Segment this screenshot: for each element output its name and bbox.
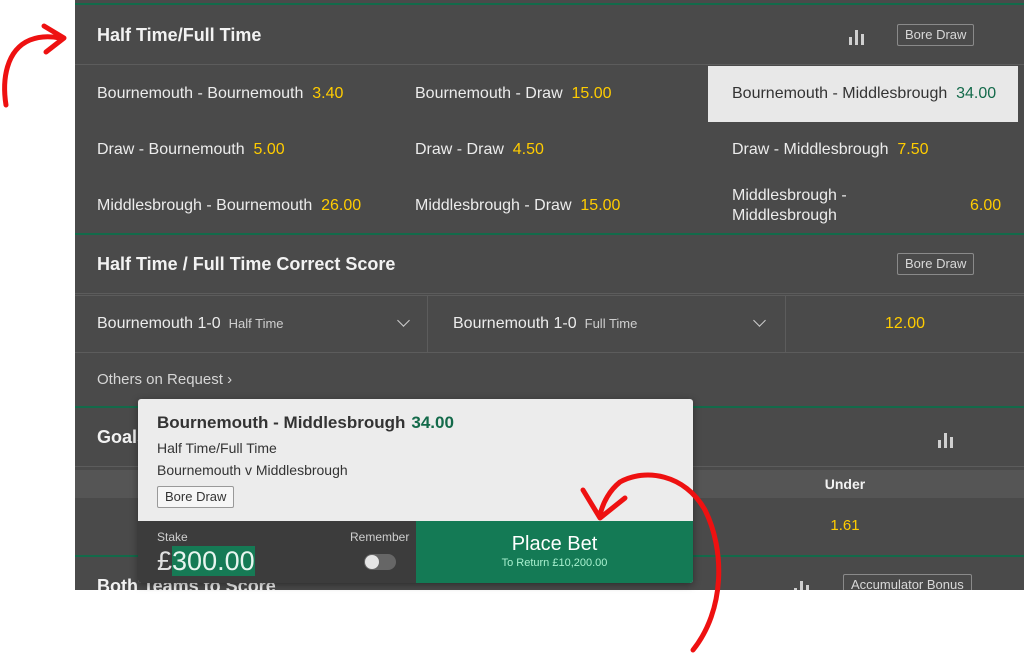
selection-middlesbrough-bournemouth[interactable]: Middlesbrough - Bournemouth 26.00 — [97, 178, 397, 234]
bet-slip-event: Bournemouth v Middlesbrough — [157, 462, 348, 478]
remember-label: Remember — [350, 530, 410, 544]
annotation-arrow-top-left — [2, 23, 67, 108]
htft-row: Bournemouth - Bournemouth 3.40 Bournemou… — [75, 66, 1024, 122]
selection-label: Draw - Middlesbrough — [732, 141, 889, 158]
selection-middlesbrough-middlesbrough[interactable]: Middlesbrough - Middlesbrough 6.00 — [708, 178, 1018, 234]
annotation-arrow-bottom-right — [580, 472, 722, 653]
selection-label: Bournemouth - Middlesbrough — [732, 85, 948, 102]
stats-chart-icon[interactable] — [793, 578, 811, 590]
chevron-down-icon — [397, 314, 410, 327]
htft-cs-header[interactable]: Half Time / Full Time Correct Score Bore… — [75, 235, 1024, 294]
selection-label-line1: Middlesbrough - — [732, 187, 847, 204]
selection-odds: 7.50 — [897, 141, 929, 158]
full-time-label: Full Time — [584, 316, 638, 331]
selection-odds: 4.50 — [512, 141, 544, 158]
bet-slip-selection: Bournemouth - Middlesbrough 34.00 — [157, 413, 454, 433]
selection-draw-draw[interactable]: Draw - Draw 4.50 — [415, 122, 705, 178]
half-time-score-value: Bournemouth 1-0 — [97, 315, 221, 332]
htft-header[interactable]: Half Time/Full Time Bore Draw — [75, 6, 1024, 65]
selection-label: Middlesbrough - Bournemouth — [97, 197, 313, 214]
selection-odds: 3.40 — [312, 85, 344, 102]
correct-score-row: Bournemouth 1-0 Half Time Bournemouth 1-0… — [75, 295, 1024, 353]
full-time-score-select[interactable]: Bournemouth 1-0 Full Time — [453, 296, 766, 352]
selection-label: Bournemouth - Bournemouth — [97, 85, 304, 102]
stats-chart-icon[interactable] — [848, 27, 866, 45]
bet-slip-odds: 34.00 — [411, 413, 454, 432]
selection-label: Draw - Bournemouth — [97, 141, 245, 158]
selection-label: Draw - Draw — [415, 141, 504, 158]
stake-value: 300.00 — [172, 546, 255, 576]
selection-bournemouth-middlesbrough[interactable]: Bournemouth - Middlesbrough 34.00 — [708, 66, 1018, 122]
half-time-score-select[interactable]: Bournemouth 1-0 Half Time — [97, 296, 410, 352]
under-column-label: Under — [824, 476, 866, 492]
under-odds[interactable]: 1.61 — [786, 498, 904, 554]
bet-slip-market: Half Time/Full Time — [157, 440, 277, 456]
selection-bournemouth-draw[interactable]: Bournemouth - Draw 15.00 — [415, 66, 705, 122]
bet-slip-selection-name: Bournemouth - Middlesbrough — [157, 413, 406, 432]
half-time-label: Half Time — [228, 316, 284, 331]
htft-cs-title: Half Time / Full Time Correct Score — [97, 254, 396, 274]
correct-score-odds[interactable]: 12.00 — [786, 296, 1024, 352]
htft-title: Half Time/Full Time — [97, 25, 262, 45]
accumulator-bonus-tag[interactable]: Accumulator Bonus — [843, 574, 972, 590]
bore-draw-tag[interactable]: Bore Draw — [157, 486, 235, 508]
selection-odds: 15.00 — [571, 85, 612, 102]
selection-odds: 6.00 — [970, 197, 1002, 214]
chevron-down-icon — [753, 314, 766, 327]
selection-draw-bournemouth[interactable]: Draw - Bournemouth 5.00 — [97, 122, 397, 178]
stake-input[interactable]: £300.00 — [157, 541, 255, 581]
currency-symbol: £ — [157, 546, 173, 576]
selection-odds: 5.00 — [253, 141, 285, 158]
selection-odds: 26.00 — [321, 197, 362, 214]
selection-label-line2: Middlesbrough — [732, 207, 837, 224]
bore-draw-tag[interactable]: Bore Draw — [897, 253, 975, 275]
selection-odds: 34.00 — [956, 85, 997, 102]
selection-draw-middlesbrough[interactable]: Draw - Middlesbrough 7.50 — [708, 122, 1018, 178]
selection-middlesbrough-draw[interactable]: Middlesbrough - Draw 15.00 — [415, 178, 705, 234]
htft-row: Draw - Bournemouth 5.00 Draw - Draw 4.50… — [75, 122, 1024, 178]
htft-row: Middlesbrough - Bournemouth 26.00 Middle… — [75, 178, 1024, 234]
full-time-score-value: Bournemouth 1-0 — [453, 315, 577, 332]
selection-label: Middlesbrough - Draw — [415, 197, 572, 214]
selection-label: Bournemouth - Draw — [415, 85, 563, 102]
selection-odds: 15.00 — [580, 197, 621, 214]
selection-bournemouth-bournemouth[interactable]: Bournemouth - Bournemouth 3.40 — [97, 66, 397, 122]
stats-chart-icon[interactable] — [937, 430, 955, 448]
divider — [427, 296, 428, 352]
stake-box: Stake £300.00 Remember — [138, 521, 416, 583]
bore-draw-tag[interactable]: Bore Draw — [897, 24, 975, 46]
section-divider — [75, 3, 1024, 5]
remember-toggle[interactable] — [364, 554, 396, 570]
